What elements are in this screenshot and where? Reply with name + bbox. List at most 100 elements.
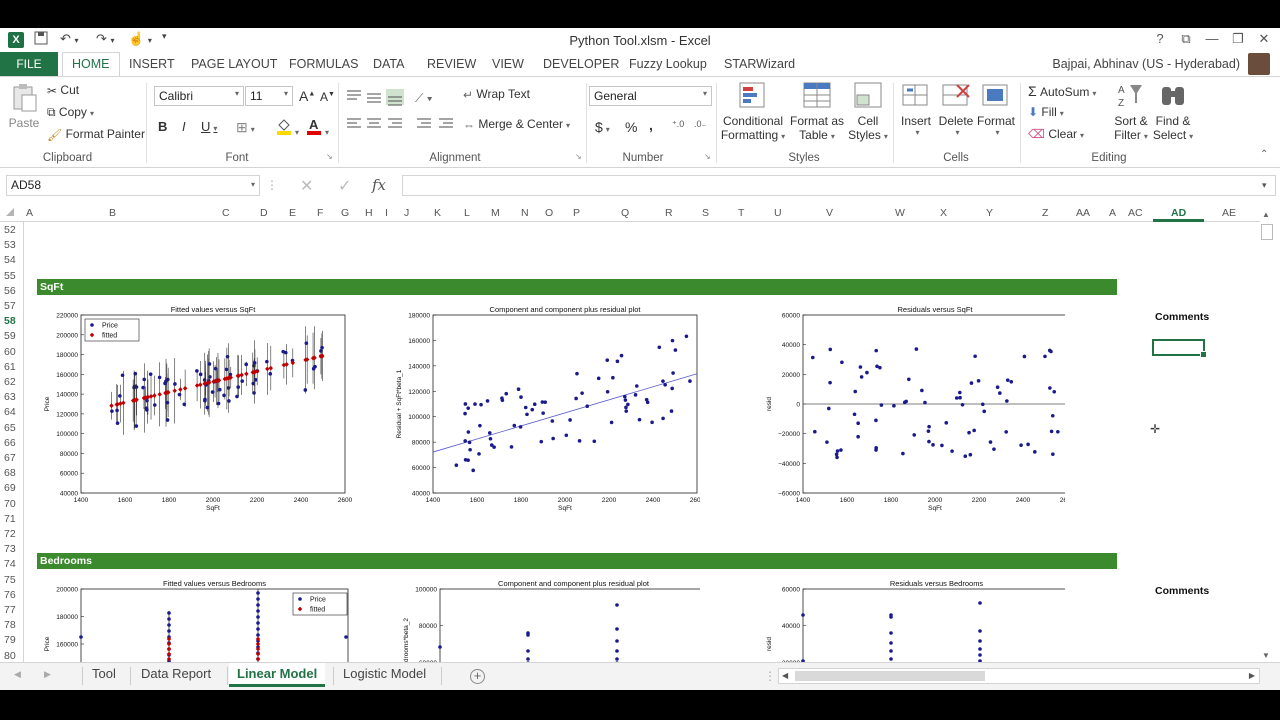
sort-filter-button[interactable]: AZ Sort & Filter ▾ [1110,81,1152,142]
tab-fuzzy-lookup[interactable]: Fuzzy Lookup [629,57,707,71]
underline-button[interactable]: U ▾ [201,119,217,134]
close-button[interactable]: ✕ [1252,31,1276,47]
number-dialog-launcher-icon[interactable]: ↘ [704,152,711,161]
row-header[interactable]: 77 [4,604,16,616]
decimal-increase-icon[interactable]: ⁺.0 [672,119,684,130]
row-header[interactable]: 53 [4,239,16,251]
wrap-text-button[interactable]: ↵ Wrap Text [463,87,530,102]
sheet-tab-linear-model[interactable]: Linear Model [229,663,326,687]
row-header[interactable]: 57 [4,300,16,312]
restore-button[interactable]: ❐ [1226,31,1250,47]
insert-function-button[interactable]: fx [372,176,386,194]
row-header[interactable]: 66 [4,437,16,449]
column-header[interactable]: S [702,207,709,219]
row-header[interactable]: 70 [4,498,16,510]
fill-color-button[interactable]: ▾ [276,117,299,138]
tab-formulas[interactable]: FORMULAS [289,57,358,71]
column-header[interactable]: T [738,207,744,219]
tab-starwizard[interactable]: STARWizard [724,57,795,71]
font-size-select[interactable]: 11 ▾ [245,86,293,106]
row-header[interactable]: 60 [4,346,16,358]
autosum-button[interactable]: Σ AutoSum ▾ [1028,83,1096,99]
row-header[interactable]: 74 [4,558,16,570]
column-header[interactable]: A [1109,207,1116,219]
column-header[interactable]: F [317,207,323,219]
row-header[interactable]: 61 [4,361,16,373]
row-header[interactable]: 59 [4,330,16,342]
row-header[interactable]: 55 [4,270,16,282]
delete-cells-button[interactable]: Delete ▾ [936,81,976,137]
column-header[interactable]: AE [1222,207,1236,219]
row-header[interactable]: 79 [4,634,16,646]
column-header[interactable]: N [521,207,529,219]
horizontal-scrollbar[interactable]: ◀ ▶ [778,668,1260,684]
font-name-select[interactable]: Calibri ▾ [154,86,244,106]
row-header[interactable]: 78 [4,619,16,631]
column-header[interactable]: H [365,207,373,219]
sheet-grid[interactable]: SqFt Bedrooms Comments Comments ✛ Fitted… [25,222,1259,662]
insert-cells-button[interactable]: Insert ▾ [898,81,934,137]
row-header[interactable]: 69 [4,482,16,494]
tab-review[interactable]: REVIEW [427,57,476,71]
column-header[interactable]: AD [1171,207,1186,219]
column-header[interactable]: B [109,207,116,219]
tab-home[interactable]: HOME [62,52,120,77]
chart-ccpr-bedrooms[interactable]: Component and component plus residual pl… [370,580,700,662]
column-header[interactable]: M [491,207,500,219]
select-all-icon[interactable] [6,208,14,216]
column-header[interactable]: R [665,207,673,219]
find-select-button[interactable]: Find & Select ▾ [1152,81,1194,142]
column-header[interactable]: K [434,207,441,219]
avatar[interactable] [1248,53,1270,75]
row-header[interactable]: 62 [4,376,16,388]
paste-button[interactable]: Paste [8,83,40,130]
row-header[interactable]: 65 [4,422,16,434]
enter-formula-icon[interactable]: ✓ [338,176,351,196]
column-header[interactable]: P [573,207,580,219]
file-tab[interactable]: FILE [0,52,58,76]
clear-button[interactable]: ⌫ Clear ▾ [1028,127,1084,141]
grow-font-button[interactable]: A▲ [299,88,315,104]
alignment-icons[interactable]: ⟋ ▾ [345,87,457,147]
scroll-right-icon[interactable]: ▶ [1249,671,1255,680]
collapse-ribbon-icon[interactable]: ⌃ [1260,149,1268,160]
column-header[interactable]: Z [1042,207,1048,219]
chart-fitted-vs-sqft[interactable]: Fitted values versus SqFt400006000080000… [31,306,361,522]
currency-button[interactable]: $ ▾ [595,119,610,135]
format-painter-button[interactable]: 🖌 Format Painter [47,127,145,142]
column-header[interactable]: A [26,207,33,219]
shrink-font-button[interactable]: A▼ [320,90,335,104]
scroll-left-icon[interactable]: ◀ [782,671,788,680]
column-header[interactable]: AC [1128,207,1143,219]
help-icon[interactable]: ? [1148,31,1172,46]
cancel-formula-icon[interactable]: ✕ [300,176,313,196]
alignment-dialog-launcher-icon[interactable]: ↘ [575,152,582,161]
new-sheet-icon[interactable]: + [470,669,485,684]
row-header[interactable]: 72 [4,528,16,540]
tab-split-icon[interactable]: ⋮ [764,669,776,683]
vertical-scrollbar[interactable]: ▲ ▼ [1260,210,1274,660]
column-header[interactable]: V [826,207,833,219]
row-header[interactable]: 75 [4,574,16,586]
copy-button[interactable]: ⧉ Copy ▾ [47,105,94,120]
expand-formula-bar-icon[interactable]: ▾ [1262,180,1267,191]
row-header[interactable]: 63 [4,391,16,403]
format-cells-button[interactable]: Format ▾ [976,81,1016,137]
font-color-button[interactable]: A ▾ [306,117,329,138]
sheet-tab-data-report[interactable]: Data Report [141,666,211,681]
row-header[interactable]: 80 [4,650,16,662]
row-header[interactable]: 76 [4,589,16,601]
column-header[interactable]: C [222,207,230,219]
row-header[interactable]: 73 [4,543,16,555]
row-header[interactable]: 56 [4,285,16,297]
comma-button[interactable]: , [649,117,653,133]
row-header[interactable]: 67 [4,452,16,464]
minimize-button[interactable]: — [1200,31,1224,46]
sheet-tab-logistic-model[interactable]: Logistic Model [343,666,426,681]
fill-button[interactable]: ⬇ Fill ▾ [1028,105,1064,119]
row-header[interactable]: 68 [4,467,16,479]
scroll-down-icon[interactable]: ▼ [1262,651,1270,660]
chart-residuals-vs-bedrooms[interactable]: Residuals versus Bedrooms020000400006000… [735,580,1065,662]
column-header[interactable]: U [774,207,782,219]
tab-insert[interactable]: INSERT [129,57,175,71]
